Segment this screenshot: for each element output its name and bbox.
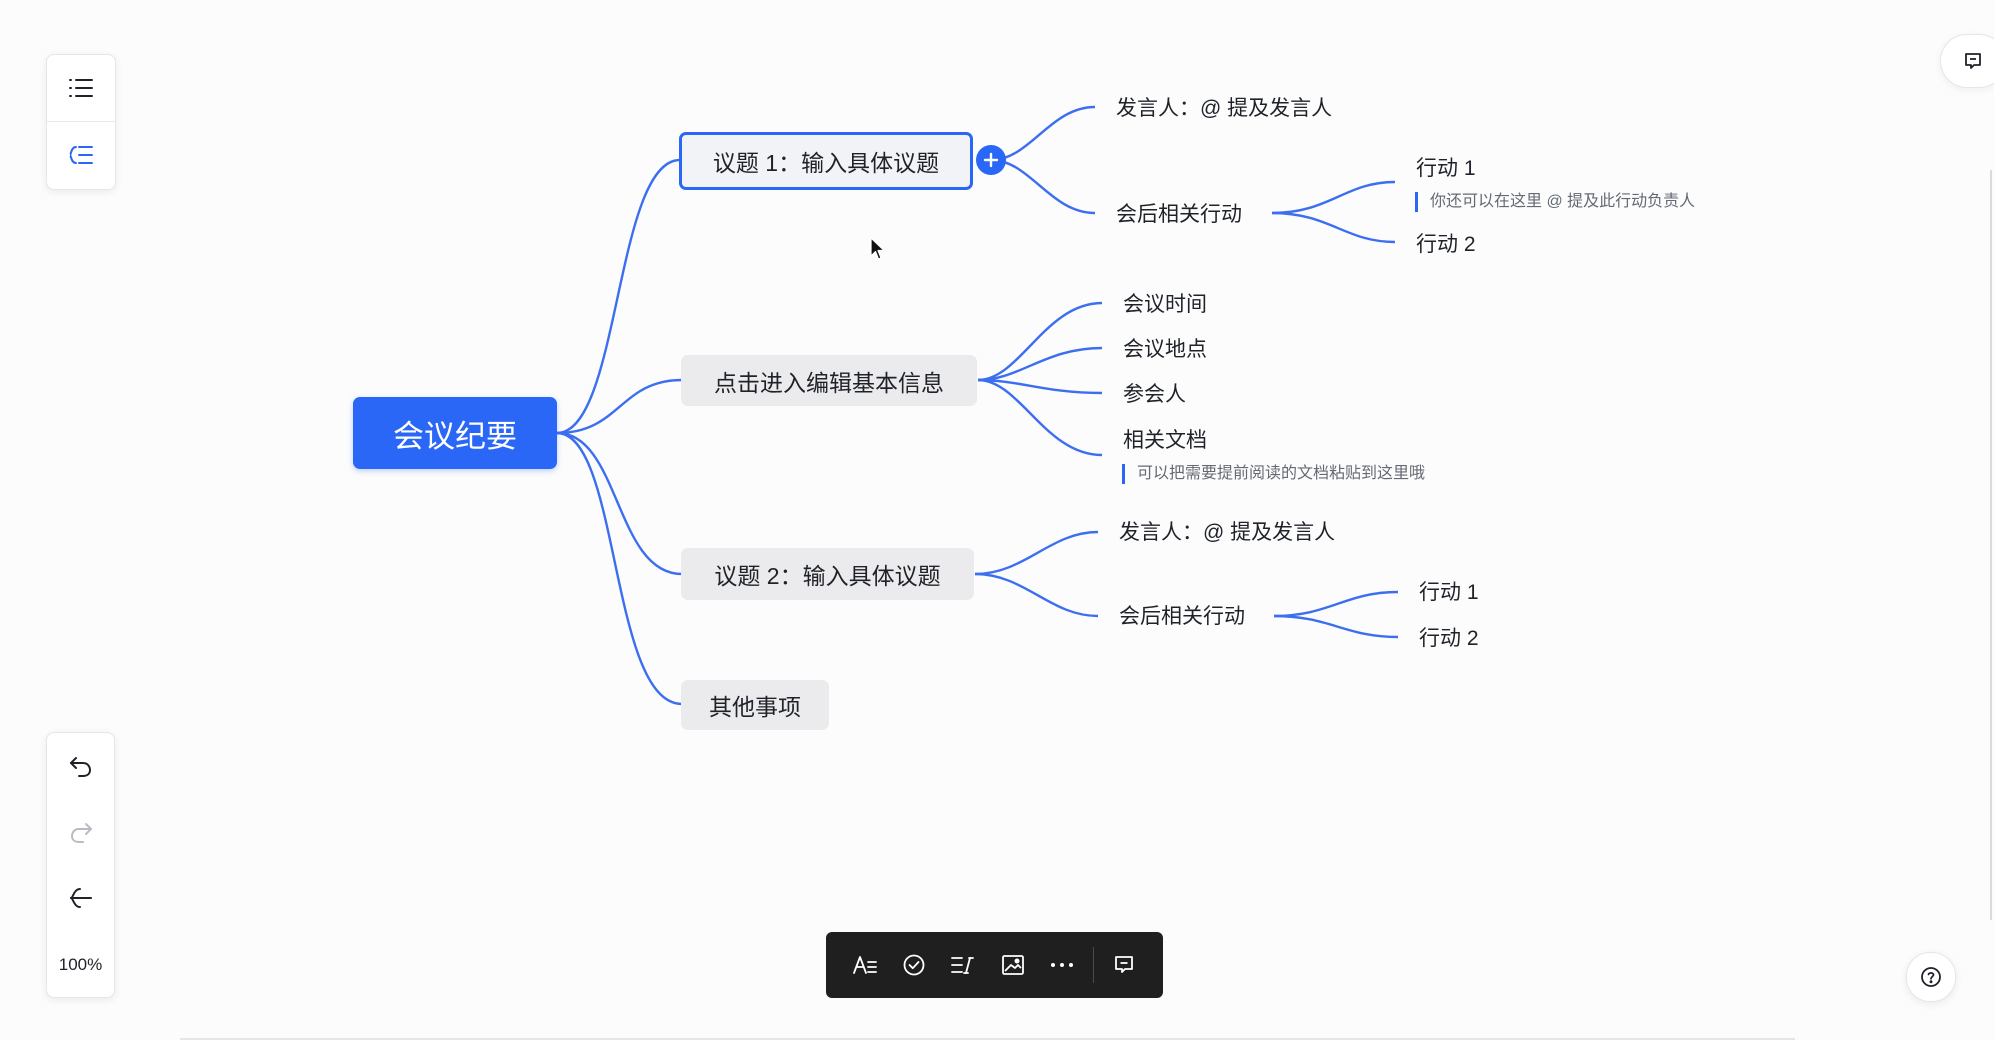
connector-t1-actions [990,158,1096,215]
add-comment-button[interactable] [1100,932,1149,998]
image-icon [1001,955,1024,975]
mindmap-root-node[interactable]: 会议纪要 [353,397,557,469]
comment-button[interactable] [1940,34,1994,88]
connector-t2-action1 [1273,590,1399,618]
related-docs-node[interactable]: 相关文档 [1123,424,1207,454]
comment-icon [1115,956,1134,973]
connector-t1-action2 [1271,211,1396,244]
topic-2-node[interactable]: 议题 2：输入具体议题 [681,548,974,600]
collapse-left-icon [69,888,92,908]
note-button[interactable] [939,932,988,998]
collapse-button[interactable] [47,865,114,931]
view-mode-panel [46,54,116,190]
comment-icon [1965,53,1981,69]
connector-t2-speaker [974,530,1099,576]
topic-1-node[interactable]: 议题 1：输入具体议题 [679,132,973,190]
node-format-toolbar [826,932,1163,998]
topic-2-action-2[interactable]: 行动 2 [1419,622,1479,652]
outline-view-button[interactable] [47,55,115,121]
history-zoom-panel: 100% [46,732,115,998]
mindmap-structure-icon [69,146,93,164]
basic-info-node[interactable]: 点击进入编辑基本信息 [681,355,977,406]
other-items-node[interactable]: 其他事项 [681,680,829,730]
task-button[interactable] [889,932,938,998]
image-button[interactable] [988,932,1037,998]
topic-2-action-group[interactable]: 会后相关行动 [1119,600,1245,630]
connector-info-docs [977,378,1103,457]
topic-2-action-1[interactable]: 行动 1 [1419,576,1479,606]
topic-1-speaker[interactable]: 发言人：@ 提及发言人 [1116,92,1332,122]
connector-info-time [977,301,1103,382]
zoom-level[interactable]: 100% [47,955,114,975]
topic-1-action-group[interactable]: 会后相关行动 [1116,198,1242,228]
attendees-node[interactable]: 参会人 [1123,378,1186,408]
plus-icon [983,152,999,168]
note-icon [951,957,975,974]
help-icon [1921,967,1941,987]
connector-info-attendees [977,378,1103,395]
mouse-pointer-icon [870,237,885,260]
undo-button[interactable] [47,733,114,799]
text-style-icon [852,956,877,974]
text-style-button[interactable] [840,932,889,998]
redo-icon [70,823,92,843]
undo-icon [69,757,91,777]
topic-1-action-2[interactable]: 行动 2 [1416,228,1476,258]
topic-1-action-1[interactable]: 行动 1 [1416,152,1476,182]
related-docs-note[interactable]: 可以把需要提前阅读的文档粘贴到这里哦 [1122,464,1425,484]
redo-button[interactable] [47,799,114,865]
meeting-time-node[interactable]: 会议时间 [1123,288,1207,318]
connector-t2-action2 [1273,614,1399,639]
connector-root-topic1 [556,158,681,435]
topic-2-speaker[interactable]: 发言人：@ 提及发言人 [1119,516,1335,546]
connector-t1-action1 [1271,180,1396,215]
connector-t2-actions [974,572,1099,618]
add-child-button[interactable] [976,145,1006,175]
mindmap-view-button[interactable] [47,122,115,188]
toolbar-divider [1092,947,1094,983]
outline-list-icon [69,79,93,97]
help-button[interactable] [1906,952,1956,1002]
connector-root-topic2 [556,431,683,576]
vertical-scrollbar[interactable] [1990,170,1992,920]
connector-t1-speaker [990,105,1096,162]
more-button[interactable] [1037,932,1086,998]
topic-1-action-1-note[interactable]: 你还可以在这里 @ 提及此行动负责人 [1415,192,1695,212]
meeting-place-node[interactable]: 会议地点 [1123,333,1207,363]
more-icon [1050,963,1073,967]
task-check-icon [903,954,925,976]
